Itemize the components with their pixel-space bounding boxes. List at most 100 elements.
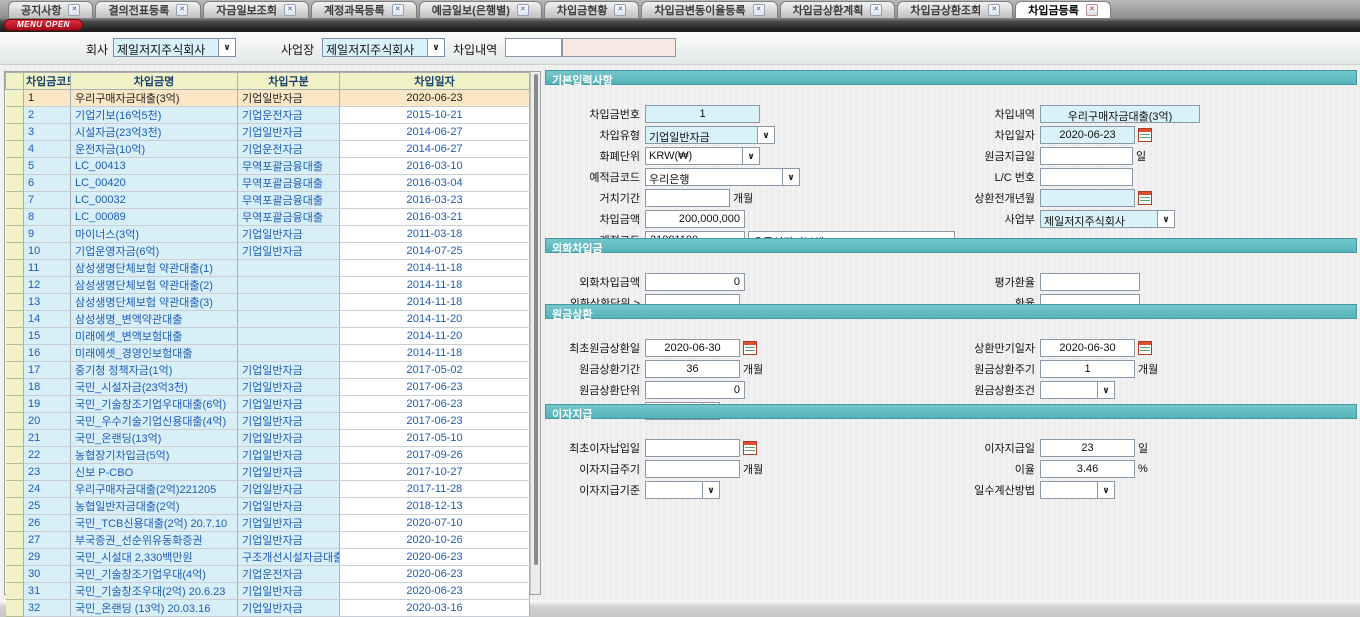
row-selector-cell[interactable] [6, 243, 24, 260]
tab-item[interactable]: 차입금변동이율등록✕ [641, 1, 777, 18]
cell-date[interactable]: 2017-11-28 [340, 481, 530, 498]
column-header[interactable]: 차입일자 [340, 73, 530, 90]
tab-close-icon[interactable]: ✕ [1086, 4, 1098, 16]
cell-type[interactable]: 기업일반자금 [238, 481, 340, 498]
row-selector-cell[interactable] [6, 158, 24, 175]
row-selector-cell[interactable] [6, 447, 24, 464]
loan-row[interactable]: 20국민_우수기술기업신용대출(4억)기업일반자금2017-06-23 [6, 413, 530, 430]
cell-date[interactable]: 2018-12-13 [340, 498, 530, 515]
tab-close-icon[interactable]: ✕ [68, 4, 80, 16]
loan-row[interactable]: 7LC_00032무역포괄금융대출2016-03-23 [6, 192, 530, 209]
loan-row[interactable]: 3시설자금(23억3천)기업일반자금2014-06-27 [6, 124, 530, 141]
loan-row[interactable]: 12삼성생명단체보험 약관대출(2)2014-11-18 [6, 277, 530, 294]
cell-date[interactable]: 2014-11-18 [340, 345, 530, 362]
loan-row[interactable]: 13삼성생명단체보험 약관대출(3)2014-11-18 [6, 294, 530, 311]
cell-code[interactable]: 15 [24, 328, 71, 345]
cell-date[interactable]: 2017-10-27 [340, 464, 530, 481]
cell-type[interactable]: 기업일반자금 [238, 90, 340, 107]
column-header[interactable]: 차입금코드 [24, 73, 71, 90]
loan-row[interactable]: 30국민_기술창조기업우대(4억)기업운전자금2020-06-23 [6, 566, 530, 583]
calendar-icon[interactable] [743, 441, 757, 455]
cell-code[interactable]: 29 [24, 549, 71, 566]
row-selector-cell[interactable] [6, 379, 24, 396]
loan-row[interactable]: 32국민_온랜딩 (13억) 20.03.16기업일반자금2020-03-16 [6, 600, 530, 617]
row-selector-cell[interactable] [6, 345, 24, 362]
loan-row[interactable]: 6LC_00420무역포괄금융대출2016-03-04 [6, 175, 530, 192]
interest-rate-field[interactable]: 3.46 [1040, 460, 1135, 478]
cell-name[interactable]: 농협장기차입금(5억) [71, 447, 238, 464]
cell-name[interactable]: 기업기보(16억5천) [71, 107, 238, 124]
cell-type[interactable]: 기업일반자금 [238, 124, 340, 141]
cell-code[interactable]: 24 [24, 481, 71, 498]
row-selector-cell[interactable] [6, 260, 24, 277]
column-header[interactable]: 차입금명 [71, 73, 238, 90]
cell-type[interactable]: 구조개선시설자금대출 [238, 549, 340, 566]
cell-code[interactable]: 32 [24, 600, 71, 617]
cell-date[interactable]: 2016-03-21 [340, 209, 530, 226]
cell-date[interactable]: 2014-11-18 [340, 260, 530, 277]
loan-row[interactable]: 19국민_기술창조기업우대대출(6억)기업일반자금2017-06-23 [6, 396, 530, 413]
cell-date[interactable]: 2016-03-04 [340, 175, 530, 192]
row-selector-cell[interactable] [6, 464, 24, 481]
tab-close-icon[interactable]: ✕ [284, 4, 296, 16]
cell-type[interactable]: 무역포괄금융대출 [238, 175, 340, 192]
loan-desc-filter-input2[interactable] [562, 38, 676, 57]
loan-row[interactable]: 18국민_시설자금(23억3천)기업일반자금2017-06-23 [6, 379, 530, 396]
principal-repayment-cycle-field[interactable]: 1 [1040, 360, 1135, 378]
cell-type[interactable]: 기업일반자금 [238, 413, 340, 430]
grace-period-field[interactable] [645, 189, 730, 207]
cell-name[interactable]: 국민_우수기술기업신용대출(4억) [71, 413, 238, 430]
row-selector-cell[interactable] [6, 566, 24, 583]
cell-date[interactable]: 2017-09-26 [340, 447, 530, 464]
cell-code[interactable]: 18 [24, 379, 71, 396]
tab-item[interactable]: 공지사항✕ [8, 1, 93, 18]
cell-name[interactable]: 신보 P-CBO [71, 464, 238, 481]
cell-name[interactable]: 국민_기술창조기업우대(4억) [71, 566, 238, 583]
cell-code[interactable]: 30 [24, 566, 71, 583]
loan-type-select[interactable]: 기업일반자금∨ [645, 126, 775, 144]
table-scrollbar[interactable] [530, 72, 540, 594]
cell-code[interactable]: 9 [24, 226, 71, 243]
cell-code[interactable]: 22 [24, 447, 71, 464]
loan-row[interactable]: 15미래에셋_변액보험대출2014-11-20 [6, 328, 530, 345]
row-selector-cell[interactable] [6, 396, 24, 413]
tab-item[interactable]: 예금일보(은행별)✕ [419, 1, 542, 18]
cell-code[interactable]: 2 [24, 107, 71, 124]
cell-code[interactable]: 20 [24, 413, 71, 430]
tab-item[interactable]: 자금일보조회✕ [203, 1, 309, 18]
cell-name[interactable]: LC_00089 [71, 209, 238, 226]
loan-row[interactable]: 1우리구매자금대출(3억)기업일반자금2020-06-23 [6, 90, 530, 107]
cell-date[interactable]: 2015-10-21 [340, 107, 530, 124]
cell-name[interactable]: 삼성생명단체보험 약관대출(2) [71, 277, 238, 294]
loan-row[interactable]: 2기업기보(16억5천)기업운전자금2015-10-21 [6, 107, 530, 124]
cell-date[interactable]: 2017-06-23 [340, 396, 530, 413]
cell-type[interactable]: 기업일반자금 [238, 464, 340, 481]
cell-type[interactable]: 기업운전자금 [238, 566, 340, 583]
cell-type[interactable] [238, 277, 340, 294]
cell-name[interactable]: 국민_시설자금(23억3천) [71, 379, 238, 396]
lc-number-field[interactable] [1040, 168, 1133, 186]
loan-row[interactable]: 25농협일반자금대출(2억)기업일반자금2018-12-13 [6, 498, 530, 515]
cell-date[interactable]: 2020-06-23 [340, 90, 530, 107]
cell-type[interactable]: 무역포괄금융대출 [238, 158, 340, 175]
cell-date[interactable]: 2014-06-27 [340, 141, 530, 158]
cell-code[interactable]: 25 [24, 498, 71, 515]
cell-date[interactable]: 2017-05-10 [340, 430, 530, 447]
cell-code[interactable]: 11 [24, 260, 71, 277]
deposit-code-select[interactable]: 우리은행∨ [645, 168, 800, 186]
interest-payment-day-field[interactable]: 23 [1040, 439, 1135, 457]
loan-amount-field[interactable]: 200,000,000 [645, 210, 745, 228]
row-selector-cell[interactable] [6, 209, 24, 226]
business-unit-select[interactable]: 제일저지주식회사∨ [1040, 210, 1175, 228]
cell-code[interactable]: 16 [24, 345, 71, 362]
tab-item[interactable]: 차입금상환계획✕ [780, 1, 896, 18]
cell-date[interactable]: 2016-03-23 [340, 192, 530, 209]
cell-type[interactable]: 기업일반자금 [238, 532, 340, 549]
cell-date[interactable]: 2020-10-26 [340, 532, 530, 549]
cell-type[interactable]: 기업일반자금 [238, 379, 340, 396]
cell-code[interactable]: 4 [24, 141, 71, 158]
tab-item[interactable]: 결의전표등록✕ [95, 1, 201, 18]
tab-item[interactable]: 차입금현황✕ [544, 1, 640, 18]
cell-type[interactable]: 기업일반자금 [238, 396, 340, 413]
cell-date[interactable]: 2017-06-23 [340, 379, 530, 396]
